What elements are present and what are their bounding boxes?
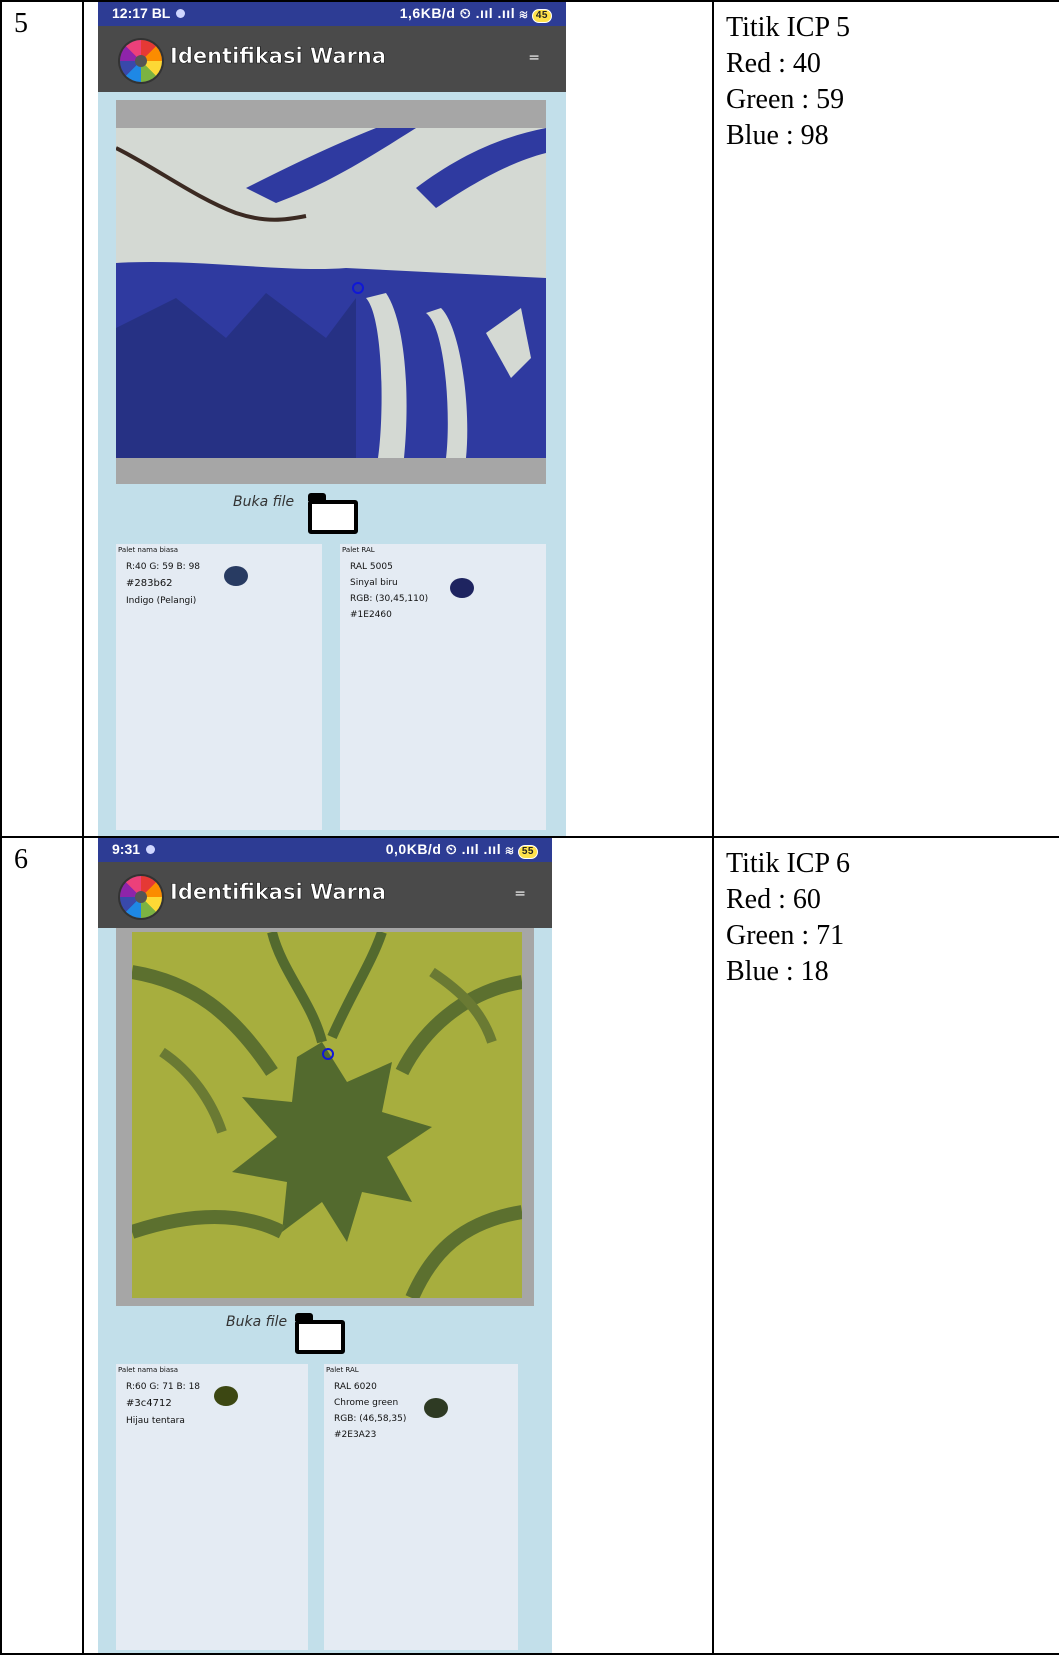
icp-red: Red : 60 bbox=[726, 884, 821, 915]
status-indicators: 1,6KB/d ⏲ .ııl .ııl ≋ bbox=[399, 5, 528, 21]
sample-point-marker bbox=[322, 1048, 334, 1060]
status-bar: 9:31 0,0KB/d ⏲ .ııl .ııl ≋ 55 bbox=[98, 838, 552, 862]
results-table: 5 12:17 BL 1,6KB/d ⏲ .ııl .ııl ≋ 45 Ident… bbox=[0, 0, 1059, 1655]
app-title: Identifikasi Warna bbox=[170, 880, 387, 905]
color-wheel-logo-icon bbox=[120, 40, 162, 82]
palette-ral-panel: Palet RAL RAL 5005 Sinyal biru RGB: (30,… bbox=[340, 544, 546, 830]
sample-point-marker bbox=[352, 282, 364, 294]
palette-common-panel: Palet nama biasa R:60 G: 71 B: 18 #3c471… bbox=[116, 1364, 308, 1650]
palette-common-rgb: R:60 G: 71 B: 18 bbox=[126, 1382, 201, 1392]
table-row: 5 12:17 BL 1,6KB/d ⏲ .ııl .ııl ≋ 45 Ident… bbox=[0, 0, 1059, 838]
palette-ral-name: Chrome green bbox=[334, 1398, 399, 1408]
row-number: 6 bbox=[0, 836, 84, 1655]
palette-ral-name: Sinyal biru bbox=[350, 578, 398, 588]
ceramic-photo bbox=[116, 128, 546, 458]
palette-common-swatch bbox=[214, 1386, 238, 1406]
palette-common-title: Palet nama biasa bbox=[118, 1366, 179, 1374]
battery-icon: 55 bbox=[517, 845, 538, 859]
palette-ral-rgb: RGB: (30,45,110) bbox=[350, 594, 429, 604]
status-bar: 12:17 BL 1,6KB/d ⏲ .ııl .ııl ≋ 45 bbox=[98, 2, 566, 26]
table-row: 6 9:31 0,0KB/d ⏲ .ııl .ııl ≋ 55 Identifik… bbox=[0, 836, 1059, 1655]
palette-common-swatch bbox=[224, 566, 248, 586]
palette-ral-swatch bbox=[424, 1398, 448, 1418]
palette-common-title: Palet nama biasa bbox=[118, 546, 179, 554]
status-time: 12:17 BL bbox=[112, 5, 171, 21]
color-wheel-logo-icon bbox=[120, 876, 162, 918]
open-file-label: Buka file bbox=[226, 1314, 288, 1330]
screenshot-cell: 12:17 BL 1,6KB/d ⏲ .ııl .ııl ≋ 45 Identif… bbox=[82, 0, 714, 838]
palette-ral-title: Palet RAL bbox=[326, 1366, 359, 1374]
palette-common-name: Indigo (Pelangi) bbox=[126, 596, 197, 606]
batik-photo bbox=[132, 932, 522, 1298]
status-time: 9:31 bbox=[112, 841, 141, 857]
app-bar: Identifikasi Warna = bbox=[98, 862, 552, 928]
icp-blue: Blue : 18 bbox=[726, 956, 829, 987]
screenshot-cell: 9:31 0,0KB/d ⏲ .ııl .ııl ≋ 55 Identifikas… bbox=[82, 836, 714, 1655]
palette-common-name: Hijau tentara bbox=[126, 1416, 185, 1426]
phone-screenshot: 9:31 0,0KB/d ⏲ .ııl .ııl ≋ 55 Identifikas… bbox=[98, 838, 552, 1653]
icp-green: Green : 71 bbox=[726, 920, 845, 951]
row-number: 5 bbox=[0, 0, 84, 838]
status-indicators: 0,0KB/d ⏲ .ııl .ııl ≋ bbox=[385, 841, 514, 857]
icp-blue: Blue : 98 bbox=[726, 120, 829, 151]
folder-icon[interactable] bbox=[295, 1313, 345, 1354]
palette-ral-title: Palet RAL bbox=[342, 546, 375, 554]
icp-info-cell: Titik ICP 6 Red : 60 Green : 71 Blue : 1… bbox=[712, 836, 1059, 1655]
app-bar: Identifikasi Warna = bbox=[98, 26, 566, 92]
menu-icon[interactable]: = bbox=[514, 886, 526, 902]
image-preview[interactable] bbox=[116, 928, 534, 1306]
app-title: Identifikasi Warna bbox=[170, 44, 387, 69]
palette-ral-hex: #2E3A23 bbox=[334, 1430, 377, 1440]
phone-screenshot: 12:17 BL 1,6KB/d ⏲ .ııl .ııl ≋ 45 Identif… bbox=[98, 2, 566, 836]
palette-ral-code: RAL 6020 bbox=[334, 1382, 377, 1392]
icp-title: Titik ICP 5 bbox=[726, 12, 850, 43]
folder-icon[interactable] bbox=[308, 493, 358, 534]
icp-info-cell: Titik ICP 5 Red : 40 Green : 59 Blue : 9… bbox=[712, 0, 1059, 838]
palette-common-rgb: R:40 G: 59 B: 98 bbox=[126, 562, 201, 572]
open-file-label: Buka file bbox=[233, 494, 295, 510]
icp-title: Titik ICP 6 bbox=[726, 848, 850, 879]
palette-common-hex: #3c4712 bbox=[126, 1398, 172, 1409]
image-preview[interactable] bbox=[116, 100, 546, 484]
icp-green: Green : 59 bbox=[726, 84, 845, 115]
icp-red: Red : 40 bbox=[726, 48, 821, 79]
battery-icon: 45 bbox=[531, 9, 552, 23]
palette-ral-code: RAL 5005 bbox=[350, 562, 393, 572]
menu-icon[interactable]: = bbox=[528, 50, 540, 66]
palette-ral-hex: #1E2460 bbox=[350, 610, 392, 620]
palette-ral-rgb: RGB: (46,58,35) bbox=[334, 1414, 407, 1424]
palette-ral-panel: Palet RAL RAL 6020 Chrome green RGB: (46… bbox=[324, 1364, 518, 1650]
palette-common-hex: #283b62 bbox=[126, 578, 173, 589]
palette-common-panel: Palet nama biasa R:40 G: 59 B: 98 #283b6… bbox=[116, 544, 322, 830]
palette-ral-swatch bbox=[450, 578, 474, 598]
